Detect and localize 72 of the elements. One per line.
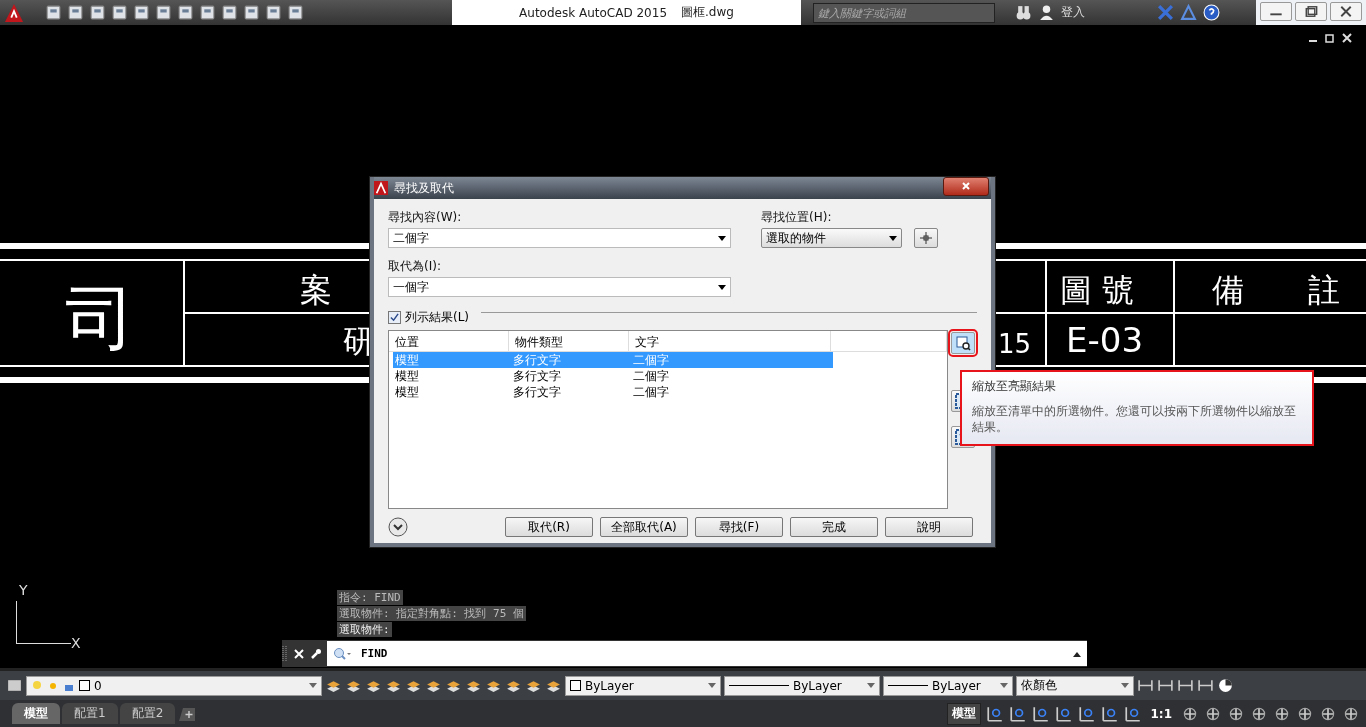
drawing-text: E-03 [1066,323,1143,357]
pick-button[interactable] [914,228,938,248]
zoom-button[interactable] [951,332,975,354]
help-icon[interactable] [1203,4,1221,21]
measure-icon[interactable] [1157,677,1174,694]
column-header[interactable]: 文字 [629,331,831,351]
axis-label: Y [19,582,28,598]
drawing-text: 圖 號 [1060,274,1135,306]
dialog-title: 尋找及取代 [394,179,455,197]
drawing-text: 研 [343,325,375,357]
column-header[interactable]: 位置 [389,331,509,351]
measure-icon[interactable] [1197,677,1214,694]
add-tab-icon[interactable] [177,706,198,721]
layout-tab[interactable]: 配置1 [62,703,118,724]
binoculars-icon[interactable] [1015,4,1033,21]
sign-in-link[interactable]: 登入 [1061,4,1152,21]
color-dropdown[interactable]: ByLayer [565,675,721,696]
dialog-button[interactable]: 全部取代(A) [600,517,688,537]
result-row[interactable]: 模型 多行文字 二個字 [393,368,833,384]
drawing-text: 案 [300,274,332,306]
drawing-text: 15 [998,331,1032,357]
app-logo-icon [374,181,388,195]
lightbulb-icon [31,679,43,692]
close-button[interactable] [943,176,989,196]
linetype-dropdown[interactable]: ByLayer [724,675,880,696]
command-field[interactable]: FIND [327,641,1087,666]
file-name: 圖框.dwg [681,4,734,21]
close-icon [961,181,971,191]
field-label: 尋找內容(W): [388,209,463,226]
replace-field[interactable]: 一個字 [388,277,731,297]
location-dropdown[interactable]: 選取的物件 [761,228,902,248]
dialog-button[interactable]: 取代(R) [505,517,593,537]
wrench-icon[interactable] [310,647,322,660]
annotation-scale-button[interactable]: 1:1 [1146,702,1176,725]
dialog-button[interactable]: 說明 [885,517,973,537]
field-label: 尋找位置(H): [761,209,833,226]
column-header[interactable]: 物件類型 [509,331,629,351]
zoom-icon [955,335,971,351]
grip-icon[interactable] [282,643,288,664]
layer-properties-icon[interactable] [6,677,23,694]
field-label: 取代為(I): [388,258,442,275]
pie-chart-icon[interactable] [1217,677,1234,694]
dialog-button[interactable]: 尋找(F) [695,517,783,537]
layout-tab[interactable]: 模型 [12,703,60,724]
app-logo-icon[interactable] [2,2,26,23]
measure-icon[interactable] [1177,677,1194,694]
lineweight-dropdown[interactable]: ByLayer [883,675,1013,696]
x-logo-icon[interactable] [1157,4,1175,21]
tooltip-text: 縮放至清單中的所選物件。您還可以按兩下所選物件以縮放至結果。 [972,403,1297,435]
crosshair-icon [920,232,932,244]
expand-icon[interactable] [388,517,408,537]
restore-icon[interactable] [1295,2,1327,21]
triangle-network-icon[interactable] [1180,4,1198,21]
dialog-button[interactable]: 完成 [790,517,878,537]
plot-style-dropdown[interactable]: 依顏色 [1016,675,1134,696]
drawing-text: 司 [65,283,135,353]
axis-label: X [71,635,81,651]
window-title: Autodesk AutoCAD 2015 [519,5,667,20]
checkbox[interactable] [388,311,401,324]
measure-icon[interactable] [1137,677,1154,694]
drawing-text: 備 註 [1212,274,1340,306]
model-space-button[interactable]: 模型 [946,702,981,725]
tooltip-title: 縮放至亮顯結果 [972,378,1057,395]
find-field[interactable]: 二個字 [388,228,731,248]
expand-arrow-icon[interactable] [1073,650,1081,657]
checkbox-label: 列示結果(L) [405,309,470,326]
layer-dropdown[interactable]: 0 [26,675,322,696]
ucs-icon [16,601,71,644]
result-row[interactable]: 模型 多行文字 二個字 [393,384,833,400]
close-icon[interactable] [1330,2,1362,21]
layout-tab[interactable]: 配置2 [119,703,176,724]
search-field[interactable]: 鍵入關鍵字或詞組 [813,2,996,23]
